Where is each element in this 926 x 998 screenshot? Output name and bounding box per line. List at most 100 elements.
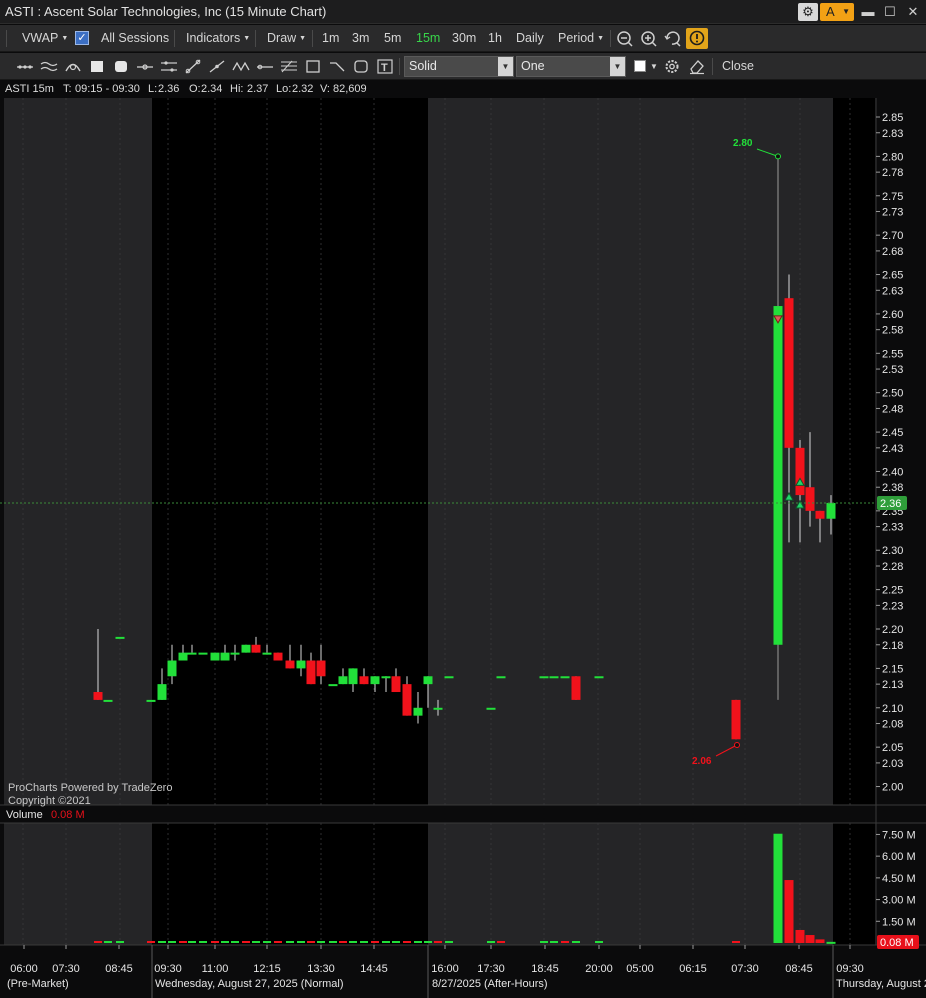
account-button[interactable]: A ▼ — [820, 3, 854, 21]
zoom-out-icon[interactable] — [616, 30, 634, 47]
price-chart[interactable]: 2.80 2.06 2.00 2.03 2.05 2.08 2.10 2.13 2.15 2.1… — [0, 0, 926, 998]
zigzag-tool-icon[interactable] — [232, 58, 250, 75]
volume-bar — [497, 941, 505, 943]
volume-value: 82,609 — [333, 83, 367, 95]
price-tick-label: 2.40 — [882, 466, 903, 478]
volume-bar — [339, 941, 347, 943]
price-tick-label: 2.60 — [882, 309, 903, 321]
candle-body — [784, 298, 794, 448]
price-tick-label: 2.63 — [882, 285, 903, 297]
volume-label: Volume — [6, 809, 43, 821]
price-tick-label: 2.50 — [882, 388, 903, 400]
cursor-mode-icon[interactable] — [686, 28, 708, 49]
channel-tool-icon[interactable] — [160, 58, 178, 75]
candle-body — [444, 676, 454, 679]
wave-tool-icon[interactable] — [40, 58, 58, 75]
ohlc-info-bar: ASTI 15m T: 09:15 - 09:30 L: 2.36 O: 2.3… — [0, 81, 926, 97]
price-tick-label: 2.05 — [882, 742, 903, 754]
candle-body — [815, 510, 825, 519]
timeframe-15m[interactable]: 15m — [416, 25, 440, 52]
price-tick-label: 2.45 — [882, 427, 903, 439]
candle-body — [826, 502, 836, 519]
vwap-dropdown[interactable]: VWAP ▼ — [22, 25, 68, 52]
credit-line-1: ProCharts Powered by TradeZero — [8, 782, 172, 794]
candle-body — [316, 660, 326, 677]
price-tick-label: 2.83 — [882, 128, 903, 140]
zoom-in-icon[interactable] — [640, 30, 658, 47]
line-style-select[interactable]: Solid ▼ — [404, 56, 514, 77]
indicators-menu[interactable]: Indicators ▼ — [186, 25, 250, 52]
timeframe-5m[interactable]: 5m — [384, 25, 401, 52]
timeframe-daily[interactable]: Daily — [516, 25, 544, 52]
volume-bar — [550, 941, 558, 943]
volume-bar — [242, 941, 250, 943]
rounded-outline-icon[interactable] — [352, 58, 370, 75]
candle-body — [103, 699, 113, 702]
volume-bar — [434, 941, 442, 943]
all-sessions-label[interactable]: All Sessions — [101, 25, 169, 52]
timeframe-30m[interactable]: 30m — [452, 25, 476, 52]
gear-icon[interactable]: ⚙ — [798, 3, 818, 21]
volume-bar — [349, 941, 357, 943]
period-label: Period — [558, 31, 595, 45]
low-marker-line — [715, 744, 738, 757]
volume-bar — [773, 833, 783, 943]
price-tick-label: 2.43 — [882, 443, 903, 455]
eraser-icon[interactable] — [688, 58, 706, 75]
candle-body — [306, 660, 316, 685]
volume-current-tag-label: 0.08 M — [880, 937, 914, 949]
all-sessions-checkbox[interactable]: ✓ — [75, 31, 89, 45]
volume-bar — [826, 941, 836, 944]
minimize-button[interactable]: ▬ — [858, 3, 878, 21]
curve-tool-icon[interactable] — [64, 58, 82, 75]
volume-bar — [595, 941, 603, 943]
drawing-toolbar: T Solid ▼ One ▼ ▼ Close — [0, 53, 926, 80]
volume-bar — [188, 941, 196, 943]
text-tool-icon[interactable]: T — [376, 58, 394, 75]
price-tick-label: 2.08 — [882, 719, 903, 731]
fibonacci-icon[interactable] — [280, 58, 298, 75]
close-window-button[interactable]: ✕ — [903, 3, 923, 21]
trendline-icon[interactable] — [184, 58, 202, 75]
candle-body — [328, 684, 338, 687]
price-tick-label: 2.00 — [882, 782, 903, 794]
candle-body — [187, 652, 197, 655]
zoom-reset-icon[interactable] — [664, 30, 682, 47]
indicators-label: Indicators — [186, 31, 241, 45]
rectangle-fill-icon[interactable] — [88, 58, 106, 75]
volume-bar — [179, 941, 187, 943]
toolbar-divider — [712, 58, 713, 75]
low-marker-dot — [734, 742, 740, 748]
ray-tool-icon[interactable] — [208, 58, 226, 75]
volume-bar — [445, 941, 453, 943]
price-tick-label: 2.48 — [882, 403, 903, 415]
path-tool-icon[interactable] — [328, 58, 346, 75]
price-tick-label: 2.28 — [882, 561, 903, 573]
close-drawing-button[interactable]: Close — [722, 53, 754, 80]
volume-bar — [286, 941, 294, 943]
window-title: ASTI : Ascent Solar Technologies, Inc (1… — [5, 4, 327, 19]
line-count-select[interactable]: One ▼ — [516, 56, 626, 77]
line-tool-icon[interactable] — [16, 58, 34, 75]
maximize-button[interactable]: ☐ — [880, 3, 900, 21]
horizontal-ray-icon[interactable] — [136, 58, 154, 75]
buy-marker — [795, 499, 805, 509]
draw-menu[interactable]: Draw ▼ — [267, 25, 306, 52]
rounded-rect-icon[interactable] — [112, 58, 130, 75]
period-dropdown[interactable]: Period ▼ — [558, 25, 604, 52]
rectangle-outline-icon[interactable] — [304, 58, 322, 75]
color-swatch[interactable] — [634, 60, 646, 72]
volume-bar — [487, 941, 495, 943]
segment-tool-icon[interactable] — [256, 58, 274, 75]
volume-tick-label: 7.50 M — [882, 829, 916, 841]
chevron-down-icon[interactable]: ▼ — [650, 53, 658, 80]
candle-body — [167, 660, 177, 677]
session-background — [152, 98, 428, 805]
toolbar-divider — [6, 30, 7, 47]
candle-body — [402, 684, 412, 716]
timeframe-1m[interactable]: 1m — [322, 25, 339, 52]
candle-body — [594, 676, 604, 679]
timeframe-3m[interactable]: 3m — [352, 25, 369, 52]
timeframe-1h[interactable]: 1h — [488, 25, 502, 52]
settings-icon[interactable] — [663, 58, 681, 75]
